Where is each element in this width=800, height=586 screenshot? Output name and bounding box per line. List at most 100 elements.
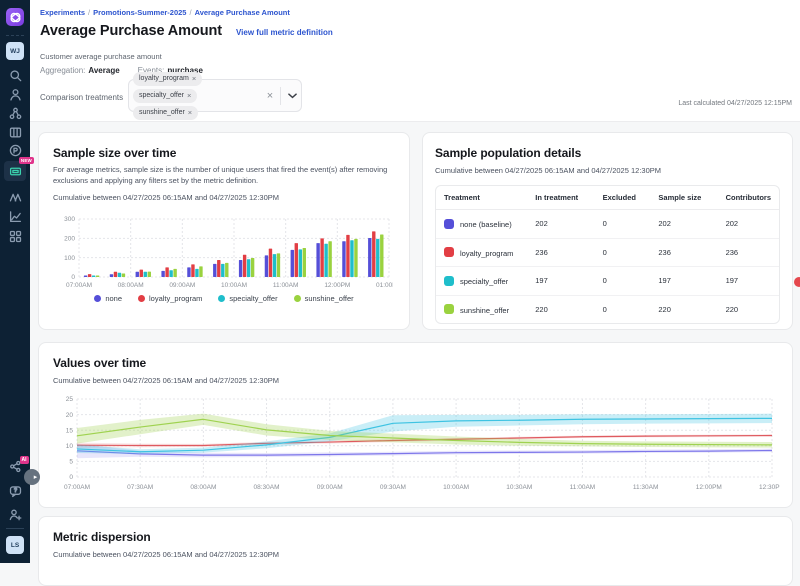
bar-group bbox=[136, 269, 151, 276]
sidebar-item-gates[interactable] bbox=[0, 107, 30, 120]
svg-text:10:30AM: 10:30AM bbox=[506, 484, 532, 491]
svg-text:12:00PM: 12:00PM bbox=[324, 282, 350, 289]
bar-group bbox=[342, 235, 357, 277]
bar-group bbox=[291, 243, 306, 277]
breadcrumb-experiment[interactable]: Promotions-Summer-2025 bbox=[93, 8, 186, 17]
user-avatar[interactable]: LS bbox=[0, 536, 30, 554]
svg-text:0: 0 bbox=[71, 274, 75, 281]
svg-text:12:30PM: 12:30PM bbox=[759, 484, 780, 491]
cumulative-range: Cumulative between 04/27/2025 06:15AM an… bbox=[435, 166, 780, 175]
comparison-treatments-label: Comparison treatments bbox=[40, 93, 123, 102]
breadcrumb: Experiments/Promotions-Summer-2025/Avera… bbox=[40, 8, 290, 17]
card-title: Values over time bbox=[53, 356, 778, 370]
sidebar-item-layers[interactable] bbox=[0, 126, 30, 139]
metrics-active-highlight: NEW bbox=[4, 161, 26, 181]
bar-group bbox=[187, 264, 202, 277]
metrics-icon bbox=[9, 165, 22, 178]
workspace-switcher[interactable]: WJ bbox=[0, 42, 30, 60]
ai-badge: AI bbox=[20, 456, 29, 464]
treatment-chip[interactable]: sunshine_offer× bbox=[133, 106, 198, 120]
sidebar-expand-handle[interactable]: ▸ bbox=[24, 469, 40, 485]
legend-item[interactable]: sunshine_offer bbox=[294, 294, 354, 303]
svg-text:08:00AM: 08:00AM bbox=[190, 484, 216, 491]
notification-dot[interactable] bbox=[794, 277, 800, 287]
workspace-icon: WJ bbox=[6, 42, 24, 60]
chip-label: loyalty_program bbox=[139, 75, 189, 82]
view-metric-definition-link[interactable]: View full metric definition bbox=[236, 28, 333, 37]
population-details-card: Sample population details Cumulative bet… bbox=[422, 132, 793, 330]
sidebar-item-search[interactable] bbox=[0, 69, 30, 82]
help-chat-icon: ? bbox=[9, 485, 22, 498]
cumulative-range: Cumulative between 04/27/2025 06:15AM an… bbox=[53, 193, 395, 202]
sidebar-item-pulse[interactable] bbox=[0, 144, 30, 157]
treatment-color-swatch bbox=[444, 247, 454, 257]
last-calculated: Last calculated 04/27/2025 12:15PM bbox=[678, 100, 792, 107]
svg-text:300: 300 bbox=[64, 216, 75, 223]
svg-text:5: 5 bbox=[69, 459, 73, 466]
select-separator bbox=[280, 87, 281, 105]
legend-item[interactable]: none bbox=[94, 294, 122, 303]
sidebar-item-metrics[interactable]: NEW bbox=[0, 161, 30, 181]
legend-item[interactable]: specialty_offer bbox=[218, 294, 277, 303]
sidebar-item-insights[interactable] bbox=[0, 210, 30, 223]
sample-size-card: Sample size over time For average metric… bbox=[38, 132, 410, 330]
aggregation-label: Aggregation: bbox=[40, 66, 85, 75]
svg-text:08:30AM: 08:30AM bbox=[254, 484, 280, 491]
sidebar-item-experiments[interactable] bbox=[0, 190, 30, 203]
remove-chip-icon[interactable]: × bbox=[187, 91, 191, 100]
svg-text:?: ? bbox=[13, 488, 16, 494]
svg-text:09:00AM: 09:00AM bbox=[169, 282, 195, 289]
line-chart-icon bbox=[9, 210, 22, 223]
chip-label: sunshine_offer bbox=[139, 109, 185, 116]
svg-text:07:00AM: 07:00AM bbox=[66, 282, 92, 289]
treatment-name: loyalty_program bbox=[460, 249, 513, 258]
new-badge: NEW bbox=[19, 157, 34, 164]
svg-text:11:30AM: 11:30AM bbox=[633, 484, 659, 491]
sidebar-divider bbox=[6, 528, 24, 529]
remove-chip-icon[interactable]: × bbox=[188, 108, 192, 117]
svg-text:12:00PM: 12:00PM bbox=[696, 484, 722, 491]
svg-text:10:00AM: 10:00AM bbox=[443, 484, 469, 491]
population-table: Treatment In treatment Excluded Sample s… bbox=[435, 185, 780, 324]
ab-test-icon bbox=[9, 190, 22, 203]
card-title: Sample size over time bbox=[53, 146, 395, 160]
table-row: specialty_offer1970197197 bbox=[436, 267, 779, 296]
treatments-multiselect[interactable]: loyalty_program×specialty_offer×sunshine… bbox=[128, 79, 302, 112]
sample-size-bar-chart: 010020030007:00AM08:00AM09:00AM10:00AM11… bbox=[53, 211, 393, 291]
gates-icon bbox=[9, 107, 22, 120]
legend-item[interactable]: loyalty_program bbox=[138, 294, 202, 303]
sidebar-item-invite[interactable] bbox=[0, 508, 30, 521]
treatment-color-swatch bbox=[444, 304, 454, 314]
avatar: LS bbox=[6, 536, 24, 554]
col-contributors: Contributors bbox=[718, 186, 779, 210]
svg-text:07:00AM: 07:00AM bbox=[64, 484, 90, 491]
sidebar-item-support[interactable]: ? bbox=[0, 485, 30, 498]
table-row: sunshine_offer2200220220 bbox=[436, 296, 779, 324]
remove-chip-icon[interactable]: × bbox=[192, 74, 196, 83]
breadcrumb-experiments[interactable]: Experiments bbox=[40, 8, 85, 17]
svg-text:11:00AM: 11:00AM bbox=[273, 282, 299, 289]
bar-group bbox=[110, 272, 125, 277]
treatment-name: specialty_offer bbox=[460, 277, 508, 286]
treatment-chips: loyalty_program×specialty_offer×sunshine… bbox=[129, 70, 263, 122]
col-excluded: Excluded bbox=[595, 186, 651, 210]
sidebar-divider bbox=[6, 35, 24, 36]
chevron-down-icon[interactable] bbox=[284, 93, 300, 99]
app-logo[interactable] bbox=[0, 8, 30, 26]
card-title: Metric dispersion bbox=[53, 530, 778, 544]
statsig-logo-icon bbox=[6, 8, 24, 26]
chip-label: specialty_offer bbox=[139, 92, 184, 99]
sidebar-item-users[interactable] bbox=[0, 88, 30, 101]
bar-group bbox=[213, 260, 228, 277]
col-in-treatment: In treatment bbox=[527, 186, 594, 210]
aggregation-value: Average bbox=[88, 66, 119, 75]
sidebar-item-apps[interactable] bbox=[0, 230, 30, 243]
breadcrumb-metric[interactable]: Average Purchase Amount bbox=[195, 8, 290, 17]
legend-dot-icon bbox=[94, 295, 101, 302]
values-over-time-card: Values over time Cumulative between 04/2… bbox=[38, 342, 793, 508]
treatment-chip[interactable]: specialty_offer× bbox=[133, 89, 197, 103]
svg-text:09:00AM: 09:00AM bbox=[317, 484, 343, 491]
clear-selection-icon[interactable]: × bbox=[263, 90, 277, 102]
table-row: loyalty_program2360236236 bbox=[436, 239, 779, 268]
treatment-chip[interactable]: loyalty_program× bbox=[133, 72, 202, 86]
